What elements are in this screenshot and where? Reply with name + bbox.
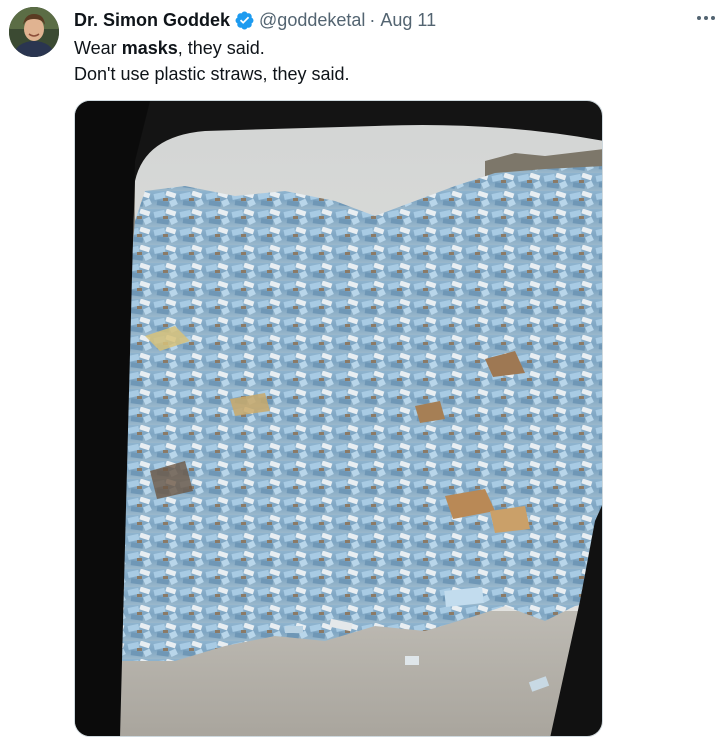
verified-badge-icon bbox=[235, 11, 254, 29]
tweet-text-line-1: Wear masks, they said. bbox=[74, 38, 265, 58]
photo-masks-pile bbox=[75, 101, 602, 736]
tweet-text: Wear masks, they said. Don't use plastic… bbox=[74, 35, 634, 87]
user-handle[interactable]: @goddeketal bbox=[259, 8, 365, 32]
tweet-text-line-2: Don't use plastic straws, they said. bbox=[74, 64, 350, 84]
tweet-date[interactable]: Aug 11 bbox=[380, 8, 436, 32]
tweet-header: Dr. Simon Goddek @goddeketal · Aug 11 bbox=[74, 8, 436, 32]
display-name[interactable]: Dr. Simon Goddek bbox=[74, 8, 230, 32]
avatar-image bbox=[9, 7, 59, 57]
separator-dot: · bbox=[369, 10, 376, 30]
more-options-icon[interactable] bbox=[694, 10, 718, 26]
tweet-photo[interactable] bbox=[74, 100, 603, 737]
bold-word: masks bbox=[121, 38, 178, 58]
avatar[interactable] bbox=[9, 7, 59, 57]
